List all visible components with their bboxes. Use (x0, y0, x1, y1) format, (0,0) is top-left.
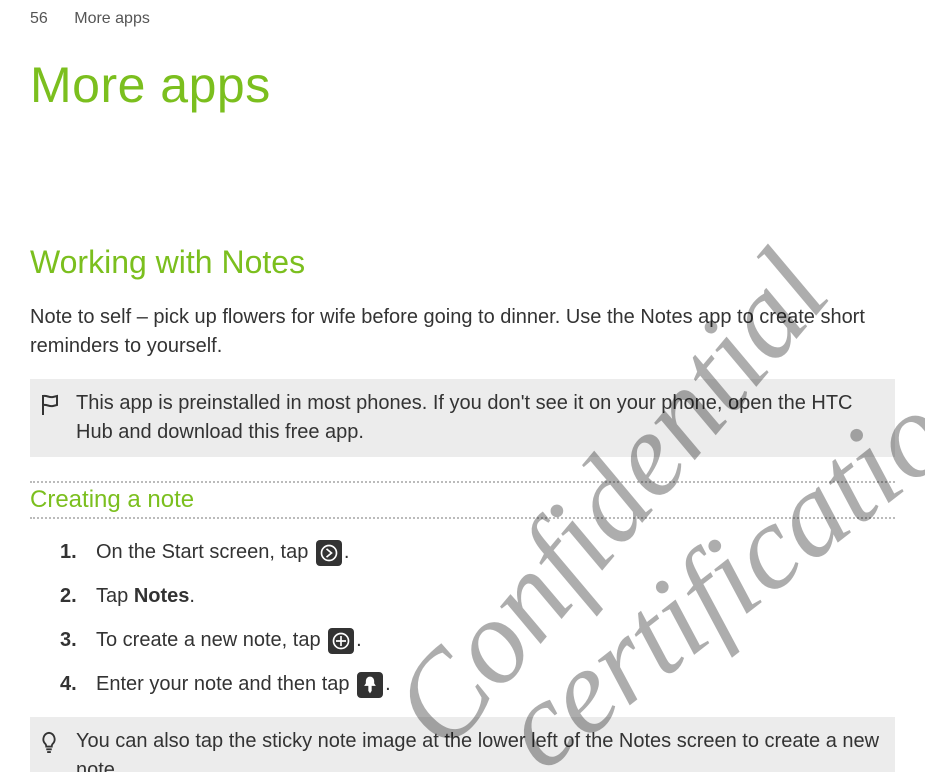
step-number: 4. (60, 669, 82, 699)
flag-icon (38, 393, 62, 417)
step-text: Tap Notes. (96, 581, 195, 611)
list-item: 1. On the Start screen, tap . (60, 537, 895, 567)
header-section: More apps (74, 10, 150, 27)
preinstall-text: This app is preinstalled in most phones.… (76, 389, 881, 447)
tip-callout: You can also tap the sticky note image a… (30, 717, 895, 772)
plus-circle-icon (328, 628, 354, 654)
step-number: 2. (60, 581, 82, 611)
tip-text: You can also tap the sticky note image a… (76, 727, 881, 772)
running-header: 56 More apps (30, 10, 895, 28)
page-title: More apps (30, 56, 895, 114)
arrow-right-circle-icon (316, 540, 342, 566)
intro-paragraph: Note to self – pick up flowers for wife … (30, 303, 895, 361)
pin-icon (357, 672, 383, 698)
section-heading: Working with Notes (30, 244, 895, 281)
divider-bottom (30, 517, 895, 519)
step-text: On the Start screen, tap . (96, 537, 349, 567)
step-number: 1. (60, 537, 82, 567)
lightbulb-icon (38, 731, 62, 755)
list-item: 2. Tap Notes. (60, 581, 895, 611)
step-text: To create a new note, tap . (96, 625, 362, 655)
subsection: Creating a note (30, 481, 895, 519)
document-page: 56 More apps More apps Working with Note… (0, 0, 925, 772)
list-item: 4. Enter your note and then tap . (60, 669, 895, 699)
page-number: 56 (30, 10, 48, 28)
list-item: 3. To create a new note, tap . (60, 625, 895, 655)
step-number: 3. (60, 625, 82, 655)
steps-list: 1. On the Start screen, tap . 2. Tap Not… (30, 537, 895, 699)
subsection-heading: Creating a note (30, 483, 895, 517)
step-text: Enter your note and then tap . (96, 669, 391, 699)
preinstall-callout: This app is preinstalled in most phones.… (30, 379, 895, 457)
